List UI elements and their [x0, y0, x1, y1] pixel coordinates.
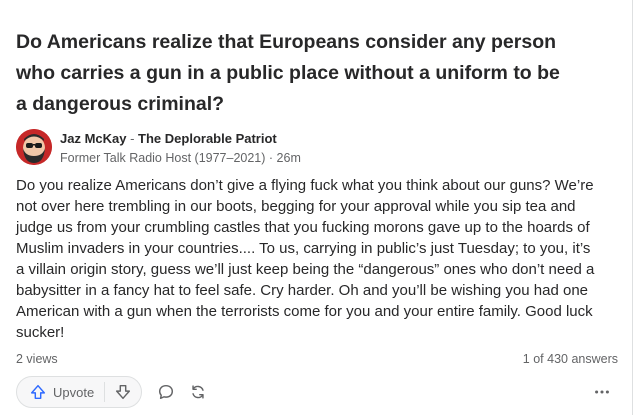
more-dots-icon [595, 390, 609, 394]
upvote-arrow-icon [30, 384, 46, 400]
downvote-button[interactable] [105, 377, 141, 407]
comment-bubble-icon [158, 384, 174, 400]
answer-body: Do you realize Americans don’t give a fl… [16, 177, 595, 341]
views-count: 2 views [16, 352, 58, 366]
action-bar: Upvote [16, 376, 618, 408]
answer-card: Do Americans realize that Europeans cons… [0, 0, 633, 415]
answer-position[interactable]: 1 of 430 answers [523, 352, 618, 366]
vote-group: Upvote [16, 376, 142, 408]
author-tagline: The Deplorable Patriot [138, 131, 277, 146]
author-separator: - [126, 131, 139, 146]
upvote-button[interactable]: Upvote [17, 377, 104, 407]
author-avatar[interactable] [16, 129, 52, 165]
comment-button[interactable] [150, 376, 182, 408]
share-button[interactable] [182, 376, 214, 408]
author-name-line[interactable]: Jaz McKay - The Deplorable Patriot [60, 131, 277, 146]
more-options-button[interactable] [586, 376, 618, 408]
author-name[interactable]: Jaz McKay [60, 131, 126, 146]
author-credential[interactable]: Former Talk Radio Host (1977–2021) · 26m [60, 151, 301, 165]
question-title[interactable]: Do Americans realize that Europeans cons… [16, 27, 576, 120]
downvote-arrow-icon [116, 384, 131, 400]
upvote-label: Upvote [53, 384, 95, 400]
avatar-face-icon [16, 129, 52, 165]
share-cycle-icon [192, 385, 204, 399]
